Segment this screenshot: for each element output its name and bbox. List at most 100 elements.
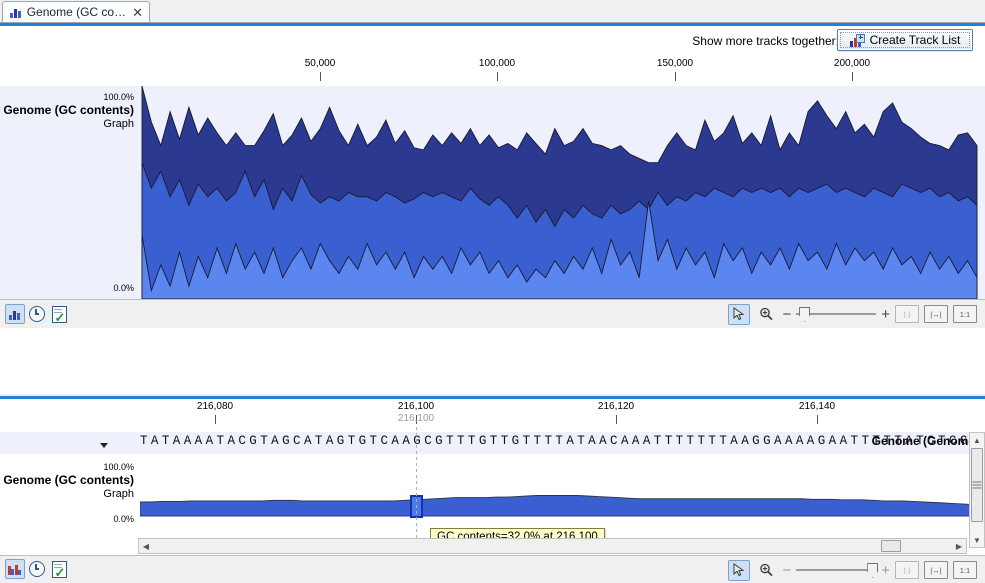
fit-selection-button[interactable]: ⟨∙⟩	[895, 561, 919, 579]
add-track-icon	[849, 33, 865, 47]
select-mode-button[interactable]	[728, 559, 751, 581]
bottom-zoom-controls: − + ⟨∙⟩ |↔| 1:1	[728, 559, 977, 581]
tab-label: Genome (GC co…	[26, 5, 127, 19]
track-subtitle-label: Graph	[103, 488, 134, 500]
ruler-tick	[675, 72, 676, 81]
cursor-line	[416, 427, 417, 553]
top-tabstrip: Genome (GC co… ✕	[0, 0, 985, 22]
ruler-tick	[852, 72, 853, 81]
horizontal-scroll-thumb[interactable]	[881, 540, 902, 552]
create-track-list-button[interactable]: Create Track List	[837, 29, 973, 51]
top-graph-area[interactable]: 100.0% Genome (GC contents) Graph 0.0%	[0, 86, 985, 299]
fit-width-button[interactable]: |↔|	[924, 561, 948, 579]
create-track-list-label: Create Track List	[869, 33, 961, 47]
arrow-pointer-icon	[733, 307, 745, 321]
scroll-up-arrow[interactable]: ▲	[970, 433, 984, 447]
top-zoom-controls: − + ⟨∙⟩ |↔| 1:1	[728, 303, 977, 325]
grip-icon	[972, 480, 982, 491]
bottom-track-gutter: 100.0% Genome (GC contents) Graph 0.0%	[0, 454, 140, 532]
vertical-scroll-thumb[interactable]	[971, 448, 983, 522]
checked-document-icon: ✓	[51, 305, 67, 324]
vertical-scrollbar[interactable]: ▲ ▼	[969, 432, 985, 548]
zoom-mode-button[interactable]	[755, 560, 777, 581]
ruler-tick-label: 200,000	[833, 58, 871, 69]
close-icon[interactable]: ✕	[132, 6, 143, 19]
zoom-mode-button[interactable]	[755, 304, 777, 325]
bar-chart-icon	[10, 7, 22, 18]
ruler-tick-label: 216,080	[196, 401, 234, 412]
magnifier-icon	[760, 563, 774, 577]
ruler-tick-label: 216,100	[397, 401, 435, 412]
track-list-view: 216,080 216,100 216,120 216,140 216,100 Gen…	[0, 372, 985, 583]
track-name-label: Genome (GC contents)	[3, 473, 134, 487]
graph-view-button[interactable]	[5, 304, 25, 324]
show-more-tracks-label: Show more tracks together:	[692, 34, 839, 48]
ruler-tick-label: 50,000	[304, 58, 336, 69]
track-subtitle-label: Graph	[103, 118, 134, 130]
bar-chart-icon	[8, 309, 22, 320]
bottom-view-statusbar: ✓ − + ⟨∙⟩ |↔| 1:1	[0, 555, 985, 583]
ruler-tick-label: 216,140	[798, 401, 836, 412]
gc-content-area-chart	[141, 86, 978, 299]
checked-document-icon: ✓	[51, 560, 67, 579]
ruler-tick-label: 216,120	[597, 401, 635, 412]
sequence-track[interactable]: Genome (Genome) TATAAAATACGTAGCATAGTGTCA…	[0, 432, 985, 454]
area-series	[140, 495, 985, 517]
ruler-tick	[215, 415, 216, 424]
axis-max-label: 100.0%	[103, 92, 134, 102]
track-list-icon	[7, 564, 23, 575]
fit-width-button[interactable]: |↔|	[924, 305, 948, 323]
genome-gc-view: Show more tracks together: Create Track …	[0, 22, 985, 334]
scroll-down-arrow[interactable]: ▼	[970, 533, 984, 547]
axis-max-label: 100.0%	[103, 462, 134, 472]
top-view-statusbar: ✓ − + ⟨∙⟩ |↔| 1:1	[0, 299, 985, 328]
zoom-100-button[interactable]: 1:1	[953, 305, 977, 323]
top-track-gutter: 100.0% Genome (GC contents) Graph 0.0%	[0, 86, 140, 299]
slider-thumb[interactable]	[799, 307, 811, 322]
zoom-slider[interactable]	[796, 563, 879, 578]
zoom-in-button[interactable]: +	[881, 307, 890, 322]
ruler-tick	[817, 415, 818, 424]
bottom-ruler[interactable]: 216,080 216,100 216,120 216,140 216,100	[0, 399, 985, 432]
bottom-graph-area[interactable]: 100.0% Genome (GC contents) Graph 0.0%	[0, 454, 985, 532]
circle-clock-icon	[29, 561, 45, 577]
slider-thumb[interactable]	[867, 563, 879, 578]
ruler-tick-label: 100,000	[478, 58, 516, 69]
zoom-out-button[interactable]: −	[782, 307, 791, 322]
scroll-left-arrow[interactable]: ◀	[139, 539, 153, 553]
zoom-out-button[interactable]: −	[782, 563, 791, 578]
select-mode-button[interactable]	[728, 303, 751, 325]
top-ruler[interactable]: 50,000 100,000 150,000 200,000	[0, 56, 985, 86]
magnifier-icon	[760, 307, 774, 321]
zoom-in-button[interactable]: +	[881, 563, 890, 578]
cursor-position-label: 216,100	[397, 413, 435, 424]
arrow-pointer-icon	[733, 563, 745, 577]
ruler-tick	[616, 415, 617, 424]
track-name-label: Genome (GC contents)	[3, 103, 134, 117]
tab-genome-gc-contents[interactable]: Genome (GC co… ✕	[2, 1, 150, 22]
circular-view-button[interactable]	[27, 304, 47, 324]
ruler-tick	[320, 72, 321, 81]
zoom-slider[interactable]	[796, 307, 877, 322]
fit-selection-button[interactable]: ⟨∙⟩	[895, 305, 919, 323]
top-graph-plot[interactable]	[140, 86, 985, 299]
top-view-toolbar: Show more tracks together: Create Track …	[0, 26, 985, 56]
slider-track	[796, 569, 877, 571]
bottom-graph-plot[interactable]	[140, 454, 985, 532]
track-list-view-button[interactable]	[5, 559, 25, 579]
chevron-down-icon	[100, 443, 108, 448]
zoom-100-button[interactable]: 1:1	[953, 561, 977, 579]
ruler-tick	[497, 72, 498, 81]
axis-min-label: 0.0%	[113, 283, 134, 293]
scroll-right-arrow[interactable]: ▶	[952, 539, 966, 553]
ruler-tick-label: 150,000	[656, 58, 694, 69]
horizontal-scrollbar[interactable]: ◀ ▶	[138, 538, 967, 554]
circular-view-button[interactable]	[27, 559, 47, 579]
gc-content-detail-chart	[140, 495, 985, 518]
report-view-button[interactable]: ✓	[49, 304, 69, 324]
track-dropdown-caret[interactable]	[100, 443, 108, 448]
report-view-button[interactable]: ✓	[49, 559, 69, 579]
sequence-text[interactable]: TATAAAATACGTAGCATAGTGTCAAGCGTTTGTTGTTTTA…	[140, 434, 985, 448]
circle-clock-icon	[29, 306, 45, 322]
axis-min-label: 0.0%	[113, 514, 134, 524]
